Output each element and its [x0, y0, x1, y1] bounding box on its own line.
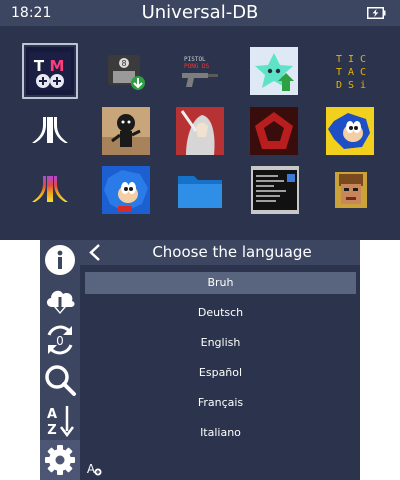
- atari-logo-icon[interactable]: [26, 107, 74, 155]
- svg-text:8: 8: [121, 59, 126, 68]
- sonic-blue-icon[interactable]: [102, 166, 150, 214]
- update-button[interactable]: 0: [40, 320, 80, 360]
- side-rail: 0 A Z: [40, 240, 80, 480]
- search-icon: [45, 365, 76, 396]
- settings-button[interactable]: [40, 440, 80, 480]
- sonic-icon[interactable]: [326, 107, 374, 155]
- svg-text:PONG DS: PONG DS: [184, 63, 210, 70]
- red-pentagon-icon[interactable]: [250, 107, 298, 155]
- terminal-icon[interactable]: [251, 166, 299, 214]
- svg-text:A: A: [47, 407, 57, 422]
- language-item-english[interactable]: English: [85, 332, 356, 354]
- floppy-install-icon[interactable]: 8: [102, 47, 150, 95]
- header: Choose the language: [80, 240, 360, 265]
- bottom-screen: 0 A Z Choose the language Bruh Deutsch E…: [40, 240, 360, 480]
- refresh-icon: 0: [47, 325, 73, 355]
- svg-text:0: 0: [56, 334, 64, 348]
- sort-az-icon: A Z: [47, 406, 74, 437]
- pistol-pong-icon[interactable]: PISTOL PONG DS: [176, 47, 224, 95]
- svg-text:T I C: T I C: [336, 54, 366, 65]
- info-button[interactable]: [40, 240, 80, 280]
- language-list: Bruh Deutsch English Español Français It…: [85, 272, 356, 452]
- info-icon: [45, 245, 75, 275]
- app-title: Universal-DB: [141, 2, 259, 23]
- star-creature-icon[interactable]: [250, 47, 298, 95]
- language-item-italiano[interactable]: Italiano: [85, 422, 356, 444]
- language-item-deutsch[interactable]: Deutsch: [85, 302, 356, 324]
- silver-knight-icon[interactable]: [176, 107, 224, 155]
- svg-text:A: A: [87, 462, 96, 476]
- top-screen: 18:21 Universal-DB T M 8 PISTOL PONG DS …: [0, 0, 400, 240]
- sort-button[interactable]: A Z: [40, 400, 80, 440]
- svg-text:T A C: T A C: [336, 67, 366, 78]
- battery-charging-icon: [367, 7, 386, 19]
- atari-rainbow-icon[interactable]: [26, 166, 74, 214]
- font-size-icon[interactable]: A: [86, 461, 102, 477]
- chevron-left-icon[interactable]: [88, 243, 102, 262]
- status-bar: 18:21 Universal-DB: [0, 0, 400, 26]
- doom-face-icon[interactable]: [327, 166, 375, 214]
- language-item-francais[interactable]: Français: [85, 392, 356, 414]
- tic-tac-dsi-icon[interactable]: T I C T A C D S i: [327, 47, 375, 95]
- page-title: Choose the language: [152, 243, 312, 261]
- selection-cursor: [22, 43, 78, 99]
- svg-text:Z: Z: [47, 423, 56, 437]
- stick-figure-icon[interactable]: [102, 107, 150, 155]
- cloud-download-icon: [46, 290, 75, 314]
- search-button[interactable]: [40, 360, 80, 400]
- download-button[interactable]: [40, 280, 80, 320]
- language-item-espanol[interactable]: Español: [85, 362, 356, 384]
- svg-text:D S i: D S i: [336, 80, 366, 91]
- gear-icon: [45, 445, 75, 475]
- folder-icon[interactable]: [176, 166, 224, 214]
- language-item-bruh[interactable]: Bruh: [85, 272, 356, 294]
- svg-text:PISTOL: PISTOL: [184, 56, 206, 63]
